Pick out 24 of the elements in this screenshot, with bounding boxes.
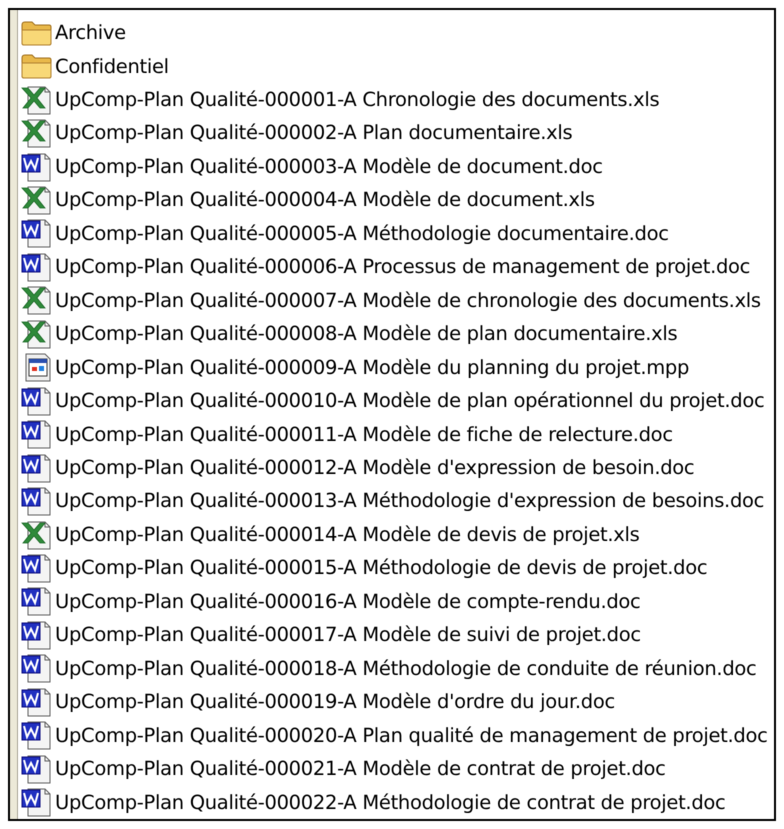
file-name[interactable]: UpComp-Plan Qualité-000002-A Plan documentaire.xls <box>55 118 572 148</box>
file-name[interactable]: UpComp-Plan Qualité-000008-A Modèle de plan documentaire.xls <box>55 319 678 348</box>
file-name[interactable]: UpComp-Plan Qualité-000013-A Méthodologie d'expression de besoins.doc <box>55 486 764 516</box>
file-name[interactable]: UpComp-Plan Qualité-000017-A Modèle de suivi de projet.doc <box>55 620 641 650</box>
file-name[interactable]: UpComp-Plan Qualité-000007-A Modèle de chronologie des documents.xls <box>55 286 761 315</box>
file-name[interactable]: UpComp-Plan Qualité-000004-A Modèle de document.xls <box>55 185 595 215</box>
file-name[interactable]: UpComp-Plan Qualité-000016-A Modèle de compte-rendu.doc <box>55 586 640 616</box>
file-name[interactable]: UpComp-Plan Qualité-000021-A Modèle de contrat de projet.doc <box>55 754 666 784</box>
folder-name[interactable]: Archive <box>55 18 126 48</box>
file-name[interactable]: UpComp-Plan Qualité-000005-A Méthodologie documentaire.doc <box>55 218 669 248</box>
file-name[interactable]: UpComp-Plan Qualité-000019-A Modèle d'ordre du jour.doc <box>55 687 615 716</box>
file-name[interactable]: UpComp-Plan Qualité-000001-A Chronologie des documents.xls <box>55 85 660 114</box>
file-name[interactable]: UpComp-Plan Qualité-000022-A Méthodologie de contrat de projet.doc <box>55 788 726 817</box>
file-name[interactable]: UpComp-Plan Qualité-000018-A Méthodologie de conduite de réunion.doc <box>55 654 756 683</box>
file-name[interactable]: UpComp-Plan Qualité-000012-A Modèle d'expression de besoin.doc <box>55 452 694 482</box>
file-name[interactable]: UpComp-Plan Qualité-000020-A Plan qualité de management de projet.doc <box>55 720 768 750</box>
file-name[interactable]: UpComp-Plan Qualité-000011-A Modèle de fiche de relecture.doc <box>55 420 673 449</box>
file-name[interactable]: UpComp-Plan Qualité-000006-A Processus de management de projet.doc <box>55 252 750 282</box>
file-name[interactable]: UpComp-Plan Qualité-000003-A Modèle de document.doc <box>55 152 603 182</box>
file-name[interactable]: UpComp-Plan Qualité-000015-A Méthodologie de devis de projet.doc <box>55 553 708 583</box>
file-name[interactable]: UpComp-Plan Qualité-000014-A Modèle de devis de projet.xls <box>55 520 640 550</box>
folder-name[interactable]: Confidentiel <box>55 52 169 81</box>
file-name[interactable]: UpComp-Plan Qualité-000009-A Modèle du planning du projet.mpp <box>55 352 690 382</box>
file-name[interactable]: UpComp-Plan Qualité-000010-A Modèle de plan opérationnel du projet.doc <box>55 386 764 416</box>
